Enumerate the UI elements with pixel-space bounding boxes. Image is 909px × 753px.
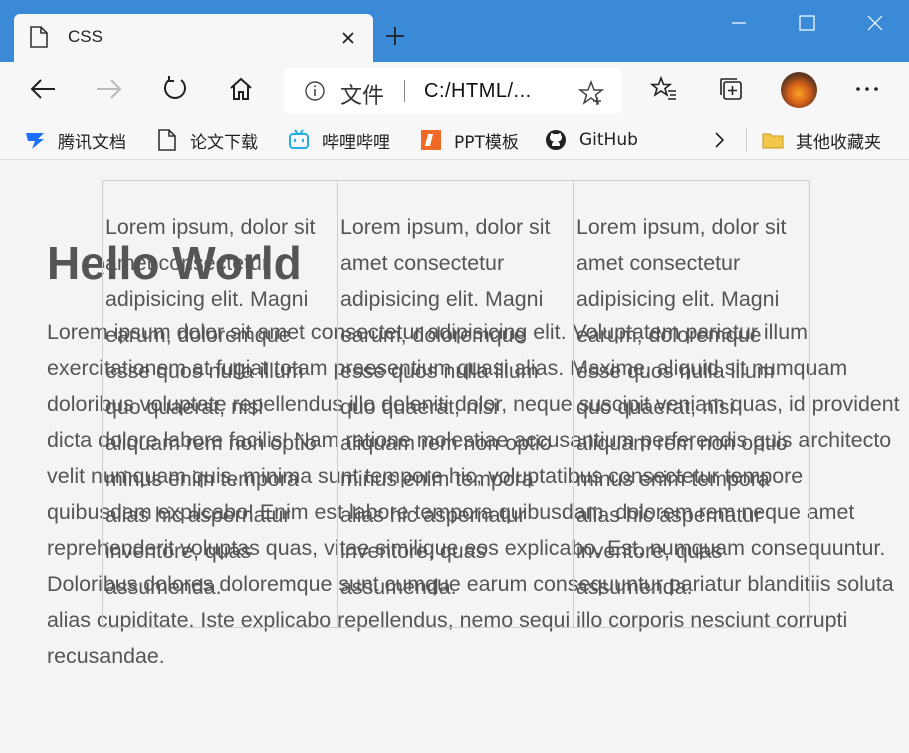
bookmark-divider: [746, 128, 747, 152]
maximize-icon[interactable]: [796, 12, 818, 34]
forward-button[interactable]: [94, 74, 124, 104]
favorites-list-icon: [650, 75, 676, 100]
bilibili-icon: [289, 129, 309, 149]
close-icon[interactable]: [338, 28, 358, 48]
bookmark-label: 哔哩哔哩: [322, 132, 390, 153]
title-bar: CSS: [0, 0, 909, 62]
bookmark-ppt-templates[interactable]: PPT模板: [420, 128, 519, 153]
address-bar[interactable]: 文件 C:/HTML/...: [284, 68, 622, 114]
address-divider: [404, 80, 405, 102]
favorites-button[interactable]: [649, 74, 679, 104]
chevron-right-icon[interactable]: [709, 130, 729, 150]
address-scheme-label: 文件: [340, 84, 385, 109]
bookmark-label: PPT模板: [454, 132, 519, 153]
folder-icon: [762, 133, 784, 149]
document-icon: [30, 26, 48, 48]
tab-title: CSS: [68, 27, 103, 46]
bookmark-label: 论文下载: [190, 132, 258, 153]
collections-icon: [720, 78, 742, 100]
refresh-icon: [164, 76, 186, 99]
bookmark-tencent-docs[interactable]: 腾讯文档: [24, 128, 126, 153]
address-url[interactable]: C:/HTML/...: [424, 80, 532, 103]
more-dots-icon: [856, 87, 878, 91]
column-text: Lorem ipsum, dolor sit amet consectetur …: [338, 180, 574, 628]
document-icon: [158, 129, 176, 151]
refresh-button[interactable]: [160, 74, 190, 104]
navigation-toolbar: 文件 C:/HTML/...: [0, 62, 909, 120]
column-layout: Lorem ipsum, dolor sit amet consectetur …: [102, 180, 810, 628]
back-button[interactable]: [28, 74, 58, 104]
ppt-icon: [421, 130, 441, 150]
bookmarks-bar: 腾讯文档 论文下载 哔哩哔哩 PPT模板 GitHub 其他收藏夹: [0, 120, 909, 160]
bookmark-paper-download[interactable]: 论文下载: [156, 128, 258, 153]
forward-arrow-icon: [97, 79, 122, 99]
collections-button[interactable]: [716, 74, 746, 104]
home-button[interactable]: [226, 74, 256, 104]
bookmark-github[interactable]: GitHub: [545, 128, 638, 152]
bookmark-label: 腾讯文档: [58, 132, 126, 153]
add-favorite-star-icon[interactable]: [578, 80, 604, 106]
browser-tab[interactable]: CSS: [14, 14, 373, 62]
info-icon[interactable]: [304, 80, 326, 102]
page-content: Hello World Lorem ipsum dolor sit amet c…: [0, 168, 909, 753]
minimize-icon[interactable]: [728, 12, 750, 34]
new-tab-icon[interactable]: [384, 25, 406, 47]
bookmark-label: 其他收藏夹: [796, 132, 881, 153]
column-text: Lorem ipsum, dolor sit amet consectetur …: [574, 180, 810, 628]
back-arrow-icon: [30, 79, 55, 99]
bookmark-label: GitHub: [579, 130, 638, 150]
tencent-docs-icon: [26, 133, 44, 149]
bookmark-bilibili[interactable]: 哔哩哔哩: [288, 128, 390, 153]
home-icon: [230, 77, 252, 100]
github-icon: [546, 130, 566, 150]
window-close-icon[interactable]: [864, 12, 886, 34]
column-text: Lorem ipsum, dolor sit amet consectetur …: [102, 180, 338, 628]
profile-avatar[interactable]: [781, 72, 817, 108]
bookmark-other-favorites[interactable]: 其他收藏夹: [762, 128, 881, 153]
more-menu-button[interactable]: [852, 74, 882, 104]
